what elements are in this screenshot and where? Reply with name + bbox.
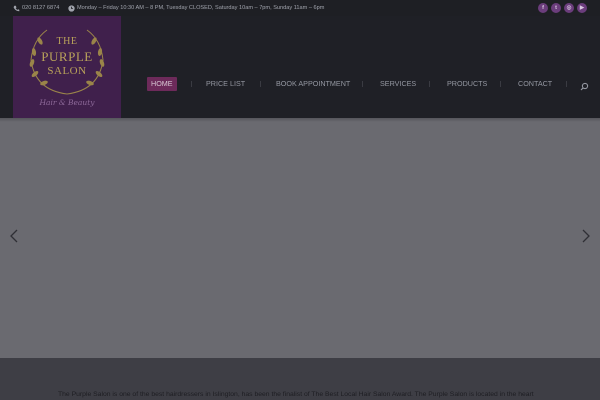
nav-item-home[interactable]: HOME [147, 77, 177, 91]
nav-divider [362, 81, 363, 87]
instagram-icon[interactable]: ◎ [564, 3, 574, 13]
nav-item-services[interactable]: SERVICES [380, 77, 416, 91]
clock-icon [68, 4, 75, 12]
chevron-left-icon [10, 229, 18, 243]
twitter-icon[interactable]: t [551, 3, 561, 13]
nav-divider [566, 81, 567, 87]
search-icon[interactable] [579, 79, 589, 91]
slider-top-shadow [0, 118, 600, 122]
nav-divider [260, 81, 261, 87]
slider-next-button[interactable] [572, 218, 600, 254]
intro-paragraph: The Purple Salon is one of the best hair… [58, 391, 534, 398]
hours-text: Monday – Friday 10:30 AM – 8 PM, Tuesday… [77, 5, 325, 11]
nav-divider [191, 81, 192, 87]
top-info-bar: 020 8127 6874 Monday – Friday 10:30 AM –… [0, 0, 600, 16]
slider-prev-button[interactable] [0, 218, 28, 254]
opening-hours: Monday – Friday 10:30 AM – 8 PM, Tuesday… [68, 4, 324, 12]
phone-number[interactable]: 020 8127 6874 [13, 4, 59, 12]
nav-item-price-list[interactable]: PRICE LIST [206, 77, 245, 91]
nav-divider [500, 81, 501, 87]
phone-text: 020 8127 6874 [22, 5, 60, 11]
facebook-icon[interactable]: f [538, 3, 548, 13]
nav-item-book-appointment[interactable]: BOOK APPOINTMENT [276, 77, 350, 91]
phone-icon [13, 5, 20, 12]
social-links: f t ◎ ▶ [538, 3, 587, 13]
hero-slider [0, 118, 600, 358]
chevron-right-icon [582, 229, 590, 243]
main-navigation: HOME PRICE LIST BOOK APPOINTMENT SERVICE… [0, 16, 600, 118]
nav-item-contact[interactable]: CONTACT [518, 77, 552, 91]
youtube-icon[interactable]: ▶ [577, 3, 587, 13]
nav-divider [429, 81, 430, 87]
nav-item-products[interactable]: PRODUCTS [447, 77, 487, 91]
